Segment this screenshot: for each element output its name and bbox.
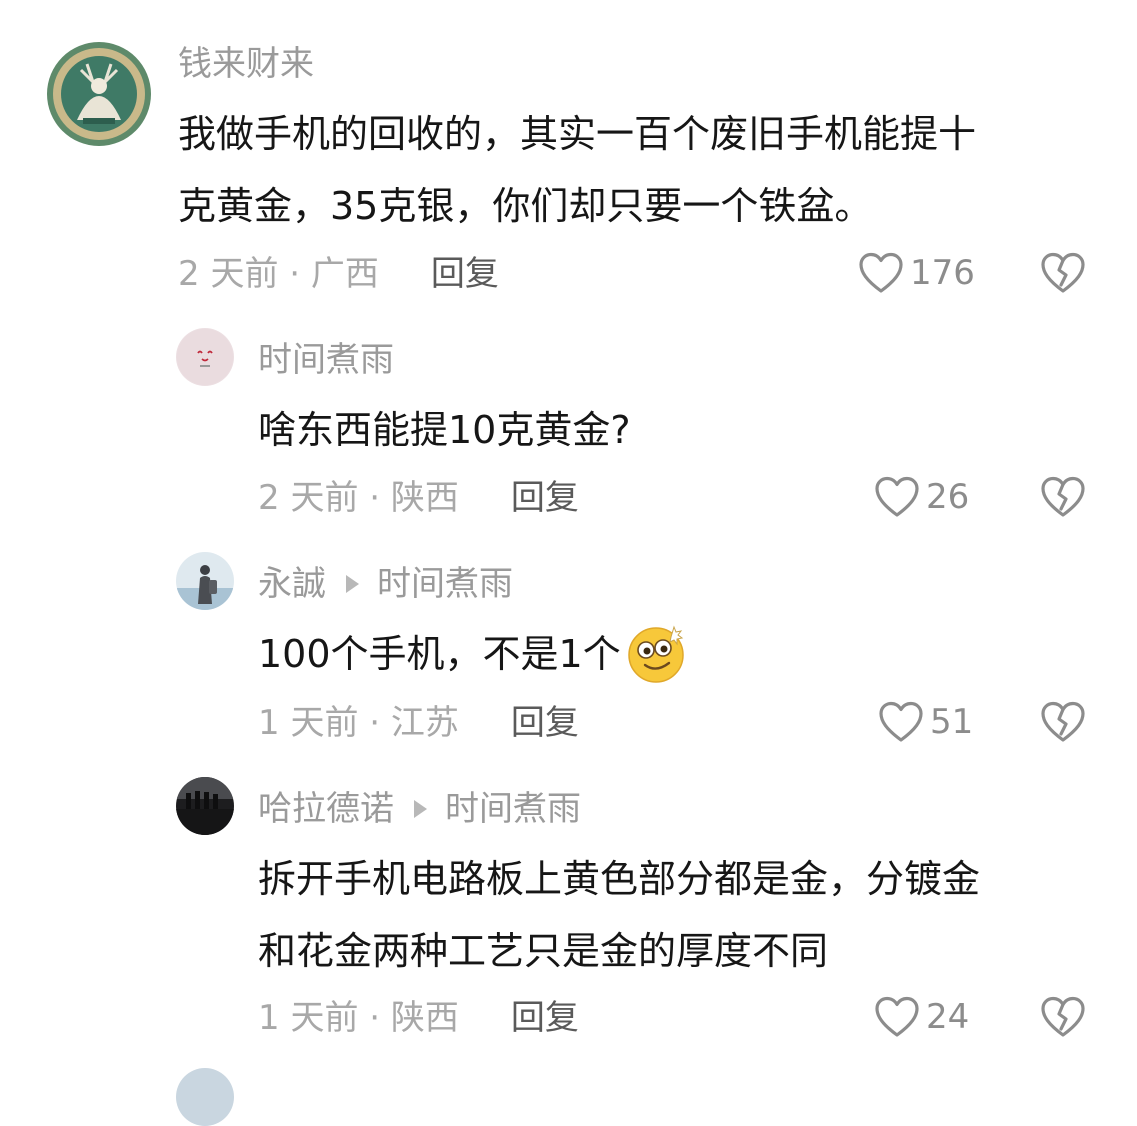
avatar-silhouettes-image xyxy=(176,777,234,835)
triangle-right-icon xyxy=(414,800,427,818)
heart-outline-icon xyxy=(859,252,903,293)
like-count: 51 xyxy=(930,702,974,742)
comment-username-row: 哈拉德诺 时间煮雨 xyxy=(258,789,581,829)
avatar[interactable] xyxy=(176,552,234,610)
heart-outline-icon xyxy=(875,476,919,517)
heart-outline-icon xyxy=(879,701,923,742)
avatar[interactable] xyxy=(176,777,234,835)
comment-text-line: 克黄金，35克银，你们却只要一个铁盆。 xyxy=(178,184,873,228)
like-button[interactable]: 51 xyxy=(878,701,973,743)
username[interactable]: 永誠 xyxy=(258,564,326,604)
broken-heart-icon xyxy=(1041,252,1085,293)
avatar[interactable] xyxy=(176,1068,234,1126)
broken-heart-icon xyxy=(1041,996,1085,1037)
comment-text-line: 拆开手机电路板上黄色部分都是金，分镀金 xyxy=(258,857,981,901)
avatar[interactable] xyxy=(47,42,151,146)
dizzy-smile-emoji-icon xyxy=(627,623,687,683)
comment-text: 我做手机的回收的，其实一百个废旧手机能提十 克黄金，35克银，你们却只要一个铁盆… xyxy=(178,98,976,242)
like-button[interactable]: 176 xyxy=(858,252,975,294)
dislike-button[interactable] xyxy=(1040,252,1086,294)
broken-heart-icon xyxy=(1041,476,1085,517)
reply-button[interactable]: 回复 xyxy=(511,703,579,743)
username[interactable]: 钱来财来 xyxy=(178,44,314,84)
comment-text-line: 啥东西能提10克黄金? xyxy=(258,408,631,452)
time-location: 2 天前 · 广西 xyxy=(178,254,379,294)
comment-text-line: 100个手机，不是1个 xyxy=(258,618,687,690)
avatar-pink-face-image xyxy=(176,328,234,386)
heart-outline-icon xyxy=(875,996,919,1037)
triangle-right-icon xyxy=(346,575,359,593)
broken-heart-icon xyxy=(1041,701,1085,742)
username[interactable]: 哈拉德诺 xyxy=(258,789,394,829)
like-count: 26 xyxy=(926,477,970,517)
comment-text-segment: 100个手机，不是1个 xyxy=(258,632,621,676)
avatar-partial-image xyxy=(176,1068,234,1126)
comment-meta: 2 天前 · 陕西 回复 xyxy=(258,478,579,518)
avatar-deer-image xyxy=(47,42,151,146)
comment-username-row: 时间煮雨 xyxy=(258,340,394,380)
like-button[interactable]: 24 xyxy=(874,996,969,1038)
comment-username-row: 钱来财来 xyxy=(178,44,314,84)
comment-text: 啥东西能提10克黄金? xyxy=(258,394,631,466)
comment-meta: 1 天前 · 陕西 回复 xyxy=(258,998,579,1038)
like-button[interactable]: 26 xyxy=(874,476,969,518)
username[interactable]: 时间煮雨 xyxy=(258,340,394,380)
reply-to-username[interactable]: 时间煮雨 xyxy=(377,564,513,604)
dislike-button[interactable] xyxy=(1040,476,1086,518)
reply-item: 哈拉德诺 时间煮雨 拆开手机电路板上黄色部分都是金，分镀金 和花金两种工艺只是金… xyxy=(0,765,1137,1065)
dislike-button[interactable] xyxy=(1040,996,1086,1038)
dislike-button[interactable] xyxy=(1040,701,1086,743)
comment-text: 100个手机，不是1个 xyxy=(258,618,687,690)
avatar[interactable] xyxy=(176,328,234,386)
comment-meta: 1 天前 · 江苏 回复 xyxy=(258,703,579,743)
like-count: 176 xyxy=(910,253,975,293)
reply-button[interactable]: 回复 xyxy=(511,998,579,1038)
comment-text-line: 我做手机的回收的，其实一百个废旧手机能提十 xyxy=(178,112,977,156)
comment-username-row: 永誠 时间煮雨 xyxy=(258,564,513,604)
time-location: 1 天前 · 江苏 xyxy=(258,703,459,743)
comment-text-line: 和花金两种工艺只是金的厚度不同 xyxy=(258,929,829,973)
reply-to-username[interactable]: 时间煮雨 xyxy=(445,789,581,829)
comment-text: 拆开手机电路板上黄色部分都是金，分镀金 和花金两种工艺只是金的厚度不同 xyxy=(258,843,980,987)
time-location: 2 天前 · 陕西 xyxy=(258,478,459,518)
avatar-person-image xyxy=(176,552,234,610)
comment-meta: 2 天前 · 广西 回复 xyxy=(178,254,499,294)
time-location: 1 天前 · 陕西 xyxy=(258,998,459,1038)
comment-item: 钱来财来 我做手机的回收的，其实一百个废旧手机能提十 克黄金，35克银，你们却只… xyxy=(0,0,1137,300)
reply-item: 永誠 时间煮雨 100个手机，不是1个 1 天前 · 江苏 回复 51 xyxy=(0,540,1137,765)
reply-button[interactable]: 回复 xyxy=(431,254,499,294)
like-count: 24 xyxy=(926,997,970,1037)
reply-item: 时间煮雨 啥东西能提10克黄金? 2 天前 · 陕西 回复 26 xyxy=(0,300,1137,540)
reply-button[interactable]: 回复 xyxy=(511,478,579,518)
